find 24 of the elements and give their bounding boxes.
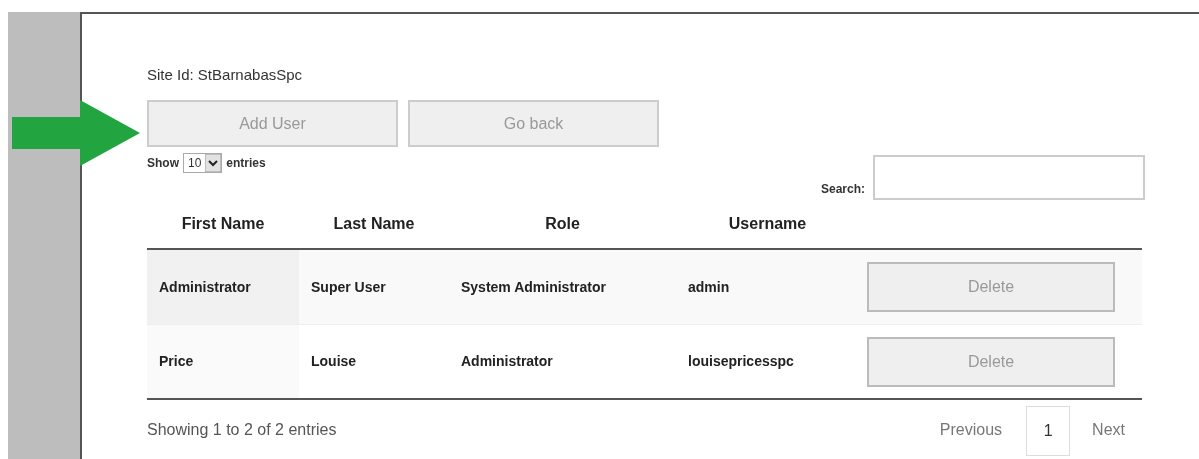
- column-header[interactable]: Username: [728, 212, 807, 236]
- table-cell-text: Super User: [311, 277, 386, 297]
- table-cell-text: System Administrator: [461, 277, 606, 297]
- column-header[interactable]: First Name: [181, 212, 265, 236]
- entries-select[interactable]: 10: [183, 153, 223, 173]
- table-cell-text: Administrator: [159, 277, 251, 297]
- column-header[interactable]: Last Name: [333, 212, 415, 236]
- arrow-icon: [10, 100, 142, 166]
- table-cell-text: Price: [159, 352, 194, 371]
- table-cell-text: Louise: [311, 352, 357, 371]
- column-header[interactable]: Role: [545, 212, 580, 236]
- table-cell-text: admin: [688, 277, 730, 297]
- search-field[interactable]: [873, 155, 1145, 200]
- caret-icon: [205, 154, 222, 172]
- table-cell-text: Administrator: [461, 352, 553, 371]
- table-cell-text: louisepricesspc: [688, 352, 794, 371]
- previous-link[interactable]: Previous: [917, 418, 1025, 442]
- site-id-label: Site Id: StBarnabasSpc: [147, 65, 304, 85]
- table-info: Showing 1 to 2 of 2 entries: [147, 420, 337, 440]
- page-link[interactable]: 1: [1026, 406, 1071, 456]
- search-label: Search:: [820, 181, 865, 198]
- show-label: Show: [147, 155, 179, 172]
- entries-label: entries: [226, 155, 266, 172]
- next-link[interactable]: Next: [1072, 418, 1145, 442]
